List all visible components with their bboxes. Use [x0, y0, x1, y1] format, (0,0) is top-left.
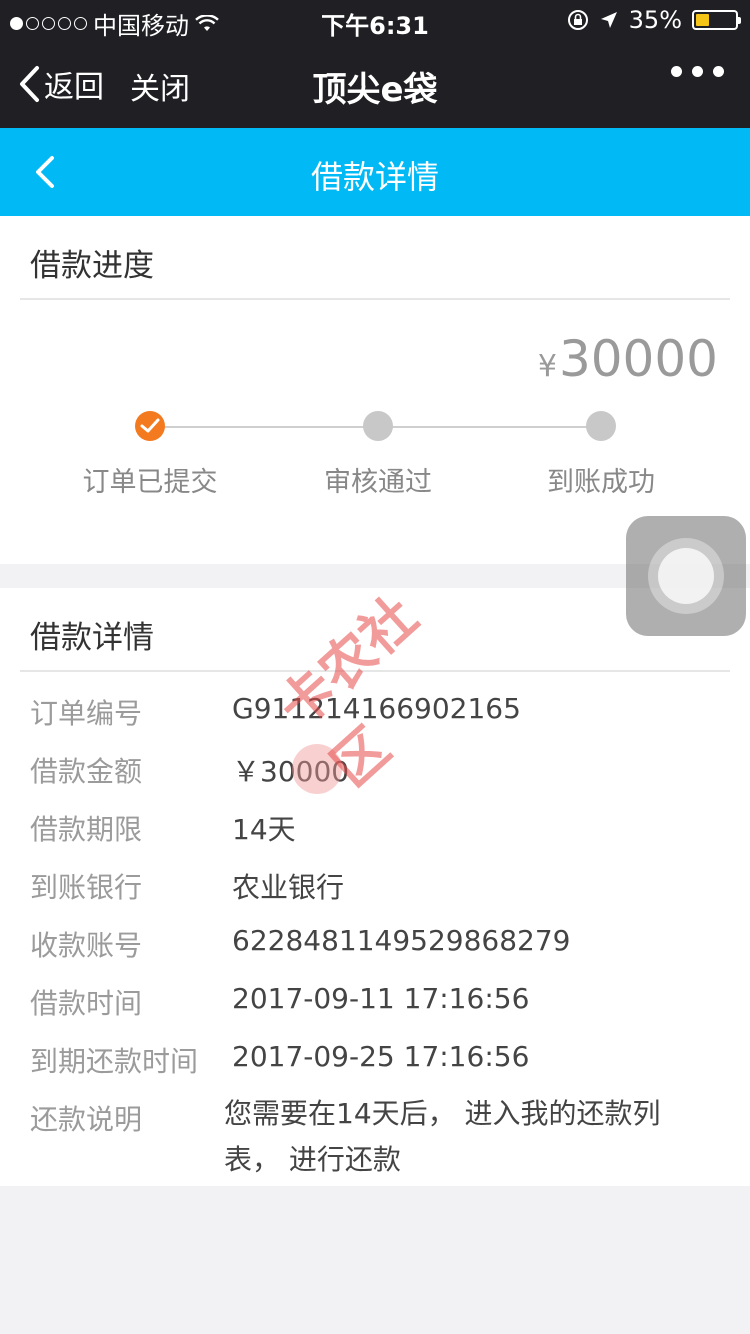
row-value-account: 6228481149529868279: [232, 924, 571, 957]
currency-symbol: ¥: [537, 349, 557, 384]
amount-value: 30000: [558, 330, 718, 388]
step-submitted-dot: [135, 411, 165, 441]
battery-percent: 35%: [628, 6, 682, 34]
step-label-received: 到账成功: [547, 467, 655, 498]
battery-level: [696, 14, 710, 26]
location-arrow-icon: [600, 12, 617, 28]
detail-section-title: 借款详情: [30, 620, 154, 656]
row-label-bank: 到账银行: [30, 871, 143, 904]
step-received-dot: [586, 411, 616, 441]
row-value-due-time: 2017-09-25 17:16:56: [232, 1040, 530, 1073]
check-icon: [140, 418, 160, 433]
row-label-account: 收款账号: [30, 929, 143, 962]
assistive-touch-button[interactable]: [626, 516, 746, 636]
page-title: 顶尖e袋: [312, 70, 438, 110]
loan-progress-card: 借款进度 ¥30000: [0, 216, 750, 564]
loan-amount: ¥30000: [538, 330, 718, 388]
more-options-icon[interactable]: [671, 66, 724, 77]
row-label-repay-note: 还款说明: [30, 1103, 143, 1136]
wechat-nav-bar: 返回 关闭 顶尖e袋: [0, 40, 750, 128]
assistive-touch-core: [658, 548, 714, 604]
header-title: 借款详情: [310, 158, 439, 196]
repay-note-text: 您需要在14天后， 进入我的还款列表， 进行还款: [224, 1097, 661, 1176]
row-label-loan-time: 借款时间: [30, 987, 143, 1020]
status-bar: 中国移动 下午6:31 35%: [0, 0, 750, 40]
row-value-bank: 农业银行: [232, 871, 345, 904]
battery-icon: [692, 10, 741, 30]
row-label-due-time: 到期还款时间: [30, 1045, 199, 1078]
step-label-submitted: 订单已提交: [82, 467, 218, 498]
row-label-term: 借款期限: [30, 813, 143, 846]
orientation-lock-icon: [567, 10, 588, 30]
row-value-term: 14天: [232, 813, 296, 846]
step-approved-dot: [363, 411, 393, 441]
row-label-order-no: 订单编号: [30, 697, 143, 730]
app-header: 借款详情: [0, 128, 750, 216]
divider: [20, 298, 730, 300]
progress-section-title: 借款进度: [30, 248, 154, 284]
status-right: 35%: [567, 6, 741, 34]
row-label-amount: 借款金额: [30, 755, 143, 788]
row-value-loan-time: 2017-09-11 17:16:56: [232, 982, 530, 1015]
step-label-approved: 审核通过: [324, 467, 432, 498]
